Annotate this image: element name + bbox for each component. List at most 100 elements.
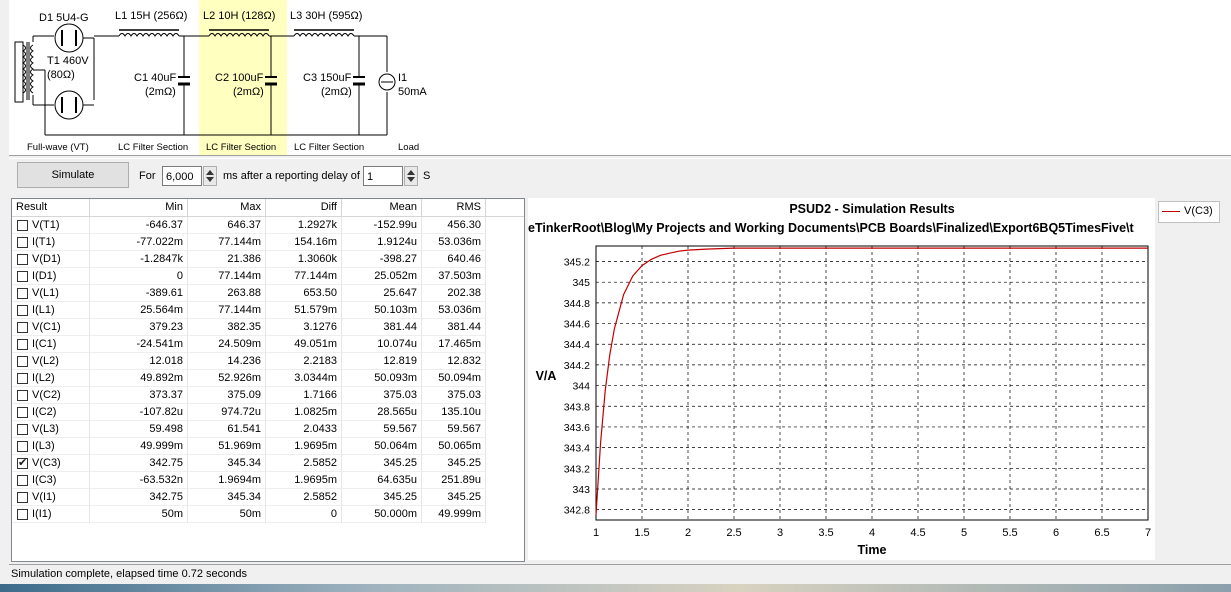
table-row[interactable]: I(D1) 0 77.144m 77.144m 25.052m 37.503m bbox=[12, 268, 524, 285]
result-name-cell: V(C2) bbox=[12, 387, 90, 404]
stage-lc-filter-3[interactable]: LC Filter Section bbox=[294, 142, 364, 153]
result-rms-cell: 640.46 bbox=[422, 251, 486, 268]
spin-up-icon[interactable] bbox=[407, 170, 415, 175]
result-checkbox[interactable] bbox=[17, 492, 28, 503]
table-row[interactable]: V(D1) -1.2847k 21.386 1.3060k -398.27 640.46 bbox=[12, 251, 524, 268]
x-axis-label: Time bbox=[858, 543, 887, 557]
stage-lc-filter-1[interactable]: LC Filter Section bbox=[118, 142, 188, 153]
result-name-cell: V(I1) bbox=[12, 489, 90, 506]
spin-down-icon[interactable] bbox=[407, 177, 415, 182]
result-checkbox[interactable] bbox=[17, 237, 28, 248]
table-row[interactable]: I(C3) -63.532n 1.9694m 1.9695m 64.635u 251.89… bbox=[12, 472, 524, 489]
duration-spinner[interactable] bbox=[203, 166, 217, 186]
result-checkbox[interactable] bbox=[17, 339, 28, 350]
result-checkbox[interactable] bbox=[17, 254, 28, 265]
table-row[interactable]: V(L3) 59.498 61.541 2.0433 59.567 59.567 bbox=[12, 421, 524, 438]
x-tick-label: 4 bbox=[869, 527, 875, 539]
column-header-min[interactable]: Min bbox=[90, 199, 188, 216]
table-row[interactable]: V(C2) 373.37 375.09 1.7166 375.03 375.03 bbox=[12, 387, 524, 404]
table-row[interactable]: I(L1) 25.564m 77.144m 51.579m 50.103m 53.036m bbox=[12, 302, 524, 319]
l1-label: L1 15H (256Ω) bbox=[115, 10, 188, 22]
result-max-cell: 14.236 bbox=[188, 353, 266, 370]
result-name: V(D1) bbox=[32, 253, 61, 265]
result-diff-cell: 1.7166 bbox=[266, 387, 342, 404]
y-tick-label: 344.8 bbox=[564, 298, 590, 310]
result-checkbox[interactable] bbox=[17, 390, 28, 401]
result-min-cell: 49.892m bbox=[90, 370, 188, 387]
spin-up-icon[interactable] bbox=[206, 170, 214, 175]
table-row[interactable]: I(C1) -24.541m 24.509m 49.051m 10.074u 17.465… bbox=[12, 336, 524, 353]
table-row[interactable]: I(I1) 50m 50m 0 50.000m 49.999m bbox=[12, 506, 524, 523]
table-row[interactable]: V(C1) 379.23 382.35 3.1276 381.44 381.44 bbox=[12, 319, 524, 336]
result-checkbox[interactable] bbox=[17, 356, 28, 367]
delay-spinner[interactable] bbox=[404, 166, 418, 186]
result-checkbox[interactable] bbox=[17, 322, 28, 333]
x-tick-label: 3.5 bbox=[818, 527, 833, 539]
column-header-result[interactable]: Result bbox=[12, 199, 90, 216]
result-name: V(T1) bbox=[32, 219, 60, 231]
result-rms-cell: 345.25 bbox=[422, 455, 486, 472]
table-row[interactable]: I(L2) 49.892m 52.926m 3.0344m 50.093m 50.094m bbox=[12, 370, 524, 387]
result-min-cell: -63.532n bbox=[90, 472, 188, 489]
result-checkbox[interactable] bbox=[17, 271, 28, 282]
y-tick-label: 343.6 bbox=[564, 422, 590, 434]
table-row[interactable]: V(L1) -389.61 263.88 653.50 25.647 202.38 bbox=[12, 285, 524, 302]
result-diff-cell: 3.0344m bbox=[266, 370, 342, 387]
result-min-cell: 0 bbox=[90, 268, 188, 285]
result-checkbox[interactable] bbox=[17, 509, 28, 520]
result-mean-cell: 50.103m bbox=[342, 302, 422, 319]
y-tick-label: 343.2 bbox=[564, 463, 590, 475]
result-mean-cell: 345.25 bbox=[342, 455, 422, 472]
column-header-max[interactable]: Max bbox=[188, 199, 266, 216]
chart-legend[interactable]: V(C3) bbox=[1158, 201, 1220, 223]
table-row[interactable]: V(C3)342.75345.342.5852345.25345.25 bbox=[12, 455, 524, 472]
result-min-cell: 342.75 bbox=[90, 455, 188, 472]
result-checkbox[interactable] bbox=[17, 288, 28, 299]
table-row[interactable]: V(L2) 12.018 14.236 2.2183 12.819 12.832 bbox=[12, 353, 524, 370]
delay-input[interactable]: 1 bbox=[363, 166, 403, 186]
result-name-cell: I(L2) bbox=[12, 370, 90, 387]
table-row[interactable]: V(I1) 342.75 345.34 2.5852 345.25 345.25 bbox=[12, 489, 524, 506]
result-diff-cell: 2.5852 bbox=[266, 489, 342, 506]
simulation-toolbar: Simulate For 6,000 ms after a reporting … bbox=[9, 158, 1231, 194]
result-diff-cell: 2.0433 bbox=[266, 421, 342, 438]
result-rms-cell: 53.036m bbox=[422, 234, 486, 251]
result-checkbox[interactable] bbox=[17, 441, 28, 452]
spin-down-icon[interactable] bbox=[206, 177, 214, 182]
result-checkbox[interactable] bbox=[17, 305, 28, 316]
x-tick-label: 6 bbox=[1053, 527, 1059, 539]
result-min-cell: 49.999m bbox=[90, 438, 188, 455]
result-checkbox[interactable] bbox=[17, 220, 28, 231]
column-header-mean[interactable]: Mean bbox=[342, 199, 422, 216]
legend-label: V(C3) bbox=[1184, 205, 1213, 217]
table-row[interactable]: I(C2) -107.82u 974.72u 1.0825m 28.565u 135.10… bbox=[12, 404, 524, 421]
table-row[interactable]: I(L3) 49.999m 51.969m 1.9695m 50.064m 50.065m bbox=[12, 438, 524, 455]
column-header-rms[interactable]: RMS bbox=[422, 199, 486, 216]
stage-lc-filter-2[interactable]: LC Filter Section bbox=[206, 142, 276, 153]
duration-input[interactable]: 6,000 bbox=[162, 166, 202, 186]
result-min-cell: -1.2847k bbox=[90, 251, 188, 268]
result-checkbox[interactable] bbox=[17, 373, 28, 384]
chart-plot: 1 1.5 2 2.5 3 3.5 4 4.5 5 5.5 6 6.5 7 342.8 343 343.2 34… bbox=[536, 245, 1151, 557]
result-max-cell: 77.144m bbox=[188, 234, 266, 251]
table-row[interactable]: V(T1) -646.37 646.37 1.2927k -152.99u 456.30 bbox=[12, 217, 524, 234]
for-label: For bbox=[139, 170, 156, 182]
result-checkbox[interactable] bbox=[17, 475, 28, 486]
result-name-cell: I(C2) bbox=[12, 404, 90, 421]
result-max-cell: 51.969m bbox=[188, 438, 266, 455]
table-row[interactable]: I(T1) -77.022m 77.144m 154.16m 1.9124u 53.036… bbox=[12, 234, 524, 251]
result-min-cell: 379.23 bbox=[90, 319, 188, 336]
result-checkbox[interactable] bbox=[17, 407, 28, 418]
result-checkbox[interactable] bbox=[17, 424, 28, 435]
result-min-cell: 12.018 bbox=[90, 353, 188, 370]
simulate-button[interactable]: Simulate bbox=[17, 162, 129, 188]
result-min-cell: -107.82u bbox=[90, 404, 188, 421]
column-header-diff[interactable]: Diff bbox=[266, 199, 342, 216]
result-mean-cell: 345.25 bbox=[342, 489, 422, 506]
stage-load[interactable]: Load bbox=[398, 142, 419, 153]
result-name-cell: V(L1) bbox=[12, 285, 90, 302]
result-name-cell: V(L3) bbox=[12, 421, 90, 438]
stage-fullwave[interactable]: Full-wave (VT) bbox=[27, 142, 89, 153]
result-checkbox[interactable] bbox=[17, 455, 28, 472]
result-name: I(L2) bbox=[32, 372, 55, 384]
